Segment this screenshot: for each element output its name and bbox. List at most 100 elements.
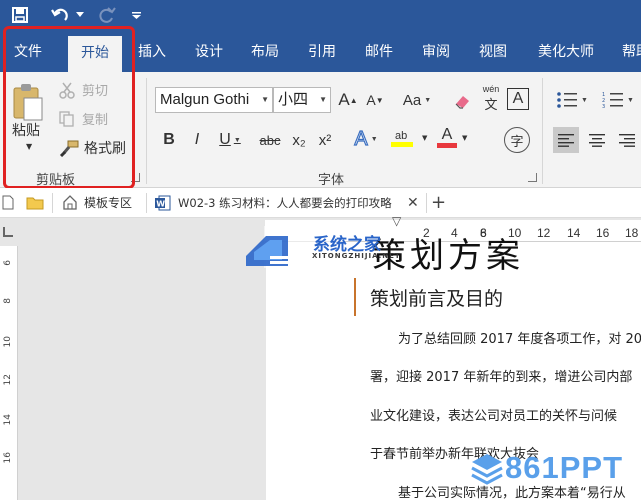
align-right-icon	[619, 134, 635, 147]
font-color-button[interactable]: A	[434, 125, 460, 149]
tab-design[interactable]: 设计	[187, 32, 231, 72]
watermark-site-url: XITONGZHIJIA.NET	[312, 252, 401, 260]
font-color-swatch	[437, 142, 457, 148]
folder-icon[interactable]	[26, 188, 46, 217]
paragraph-line: 为了总结回顾 2017 年度各项工作，对 20	[398, 332, 641, 347]
watermark-861ppt: 861PPT	[505, 450, 624, 485]
underline-button[interactable]: U ▼	[214, 128, 246, 152]
clear-formatting-button[interactable]	[452, 88, 474, 112]
strikethrough-button[interactable]: abc	[256, 128, 284, 152]
align-right-button[interactable]	[614, 127, 640, 153]
tab-view[interactable]: 视图	[471, 32, 515, 72]
tab-selector-icon[interactable]	[3, 227, 13, 237]
undo-dropdown-icon[interactable]	[75, 4, 85, 26]
paragraph-line: 署，迎接 2017 年新年的到来，增进公司内部	[370, 370, 633, 385]
tab-review[interactable]: 审阅	[414, 32, 458, 72]
shrink-font-icon: A	[366, 92, 376, 108]
font-launcher-icon[interactable]	[528, 173, 537, 182]
grow-font-icon: A	[338, 90, 350, 109]
vruler-mark: 6	[3, 260, 13, 266]
vruler-mark: 14	[3, 414, 13, 426]
paragraph-line: 业文化建设，表达公司对员工的关怀与问候	[370, 409, 618, 424]
bullets-button[interactable]: ▼	[552, 88, 592, 112]
font-group-label: 字体	[318, 173, 345, 188]
vruler-mark: 8	[3, 298, 13, 304]
ribbon-divider	[146, 78, 147, 184]
undo-icon[interactable]	[50, 4, 74, 26]
align-left-icon	[558, 134, 574, 147]
font-color-dropdown-icon[interactable]: ▼	[462, 134, 467, 142]
new-document-icon[interactable]	[2, 188, 20, 217]
vruler-mark: 10	[3, 336, 13, 348]
text-effects-button[interactable]: A ▼	[350, 127, 382, 151]
subscript-button[interactable]: x₂	[288, 128, 310, 152]
font-size-value: 小四	[278, 91, 309, 108]
highlight-annotation-box	[3, 26, 135, 189]
enclose-characters-button[interactable]: 字	[504, 127, 530, 153]
svg-text:W: W	[156, 199, 165, 208]
align-center-button[interactable]	[584, 127, 610, 153]
font-name-combo[interactable]: Malgun Gothi ▼	[155, 87, 273, 113]
template-zone-tab[interactable]: 模板专区	[62, 188, 132, 217]
save-icon[interactable]	[8, 4, 32, 26]
align-center-icon	[589, 134, 605, 147]
eraser-icon	[455, 96, 469, 109]
bold-icon: B	[163, 131, 175, 148]
redo-icon[interactable]	[95, 4, 119, 26]
tab-insert[interactable]: 插入	[130, 32, 174, 72]
highlight-dropdown-icon[interactable]: ▼	[422, 134, 427, 142]
document-tab-active[interactable]: W W02-3 练习材料：人人都要会的打印攻略	[155, 188, 427, 217]
vruler-mark: 16	[3, 452, 13, 464]
ruler-mark: 16	[596, 226, 610, 240]
font-size-combo[interactable]: 小四 ▼	[273, 87, 331, 113]
superscript-button[interactable]: x²	[314, 128, 336, 152]
bold-button[interactable]: B	[158, 128, 180, 152]
vruler-mark: 12	[3, 374, 13, 386]
tab-help[interactable]: 帮助	[616, 32, 641, 72]
document-tab-label: W02-3 练习材料：人人都要会的打印攻略	[178, 195, 392, 210]
tab-beautify-master[interactable]: 美化大师	[530, 32, 602, 72]
chevron-down-icon: ▼	[261, 95, 269, 104]
phonetic-guide-icon: wén	[482, 83, 500, 94]
document-subheading: 策划前言及目的	[370, 288, 504, 310]
svg-text:3: 3	[602, 104, 605, 109]
doc-tab-divider	[52, 193, 53, 213]
shrink-font-button[interactable]: A ▼	[364, 88, 386, 112]
font-name-value: Malgun Gothi	[160, 91, 250, 108]
doc-tab-divider	[146, 193, 147, 213]
font-color-icon: A	[441, 125, 453, 143]
change-case-button[interactable]: Aa ▼	[398, 88, 436, 112]
tab-mailings[interactable]: 邮件	[357, 32, 401, 72]
subheading-accent-bar	[354, 278, 356, 316]
change-case-icon: Aa	[402, 91, 422, 109]
ribbon-divider	[542, 78, 543, 184]
phonetic-guide-button[interactable]: wén 文	[478, 83, 504, 112]
character-border-button[interactable]: A	[507, 88, 529, 110]
strikethrough-icon: abc	[259, 132, 281, 148]
underline-icon: U	[219, 131, 231, 148]
861ppt-logo-icon	[471, 454, 503, 485]
customize-quick-access-icon[interactable]	[128, 4, 144, 26]
tab-layout[interactable]: 布局	[243, 32, 287, 72]
template-zone-label: 模板专区	[84, 196, 133, 210]
tab-references[interactable]: 引用	[300, 32, 344, 72]
align-left-button[interactable]	[553, 127, 579, 153]
new-tab-icon[interactable]: +	[431, 188, 446, 217]
ruler-mark: 18	[625, 226, 639, 240]
superscript-icon: x²	[318, 131, 332, 149]
italic-button[interactable]: I	[186, 128, 208, 152]
doc-tab-divider	[426, 193, 427, 213]
highlight-color-swatch	[391, 141, 413, 147]
subscript-icon: x₂	[292, 131, 306, 149]
chevron-down-icon: ▼	[319, 95, 327, 104]
enclose-characters-icon: 字	[510, 133, 524, 149]
character-border-icon: A	[512, 90, 524, 107]
close-tab-icon[interactable]: ✕	[407, 188, 419, 217]
highlighter-icon: ab	[395, 129, 408, 142]
italic-icon: I	[194, 131, 200, 148]
numbering-button[interactable]: 123 ▼	[598, 88, 638, 112]
document-tab-bar: 模板专区 W W02-3 练习材料：人人都要会的打印攻略 ✕ +	[0, 188, 641, 218]
bullet-list-icon	[557, 92, 578, 108]
grow-font-button[interactable]: A ▲	[337, 88, 359, 112]
home-icon	[63, 195, 77, 210]
